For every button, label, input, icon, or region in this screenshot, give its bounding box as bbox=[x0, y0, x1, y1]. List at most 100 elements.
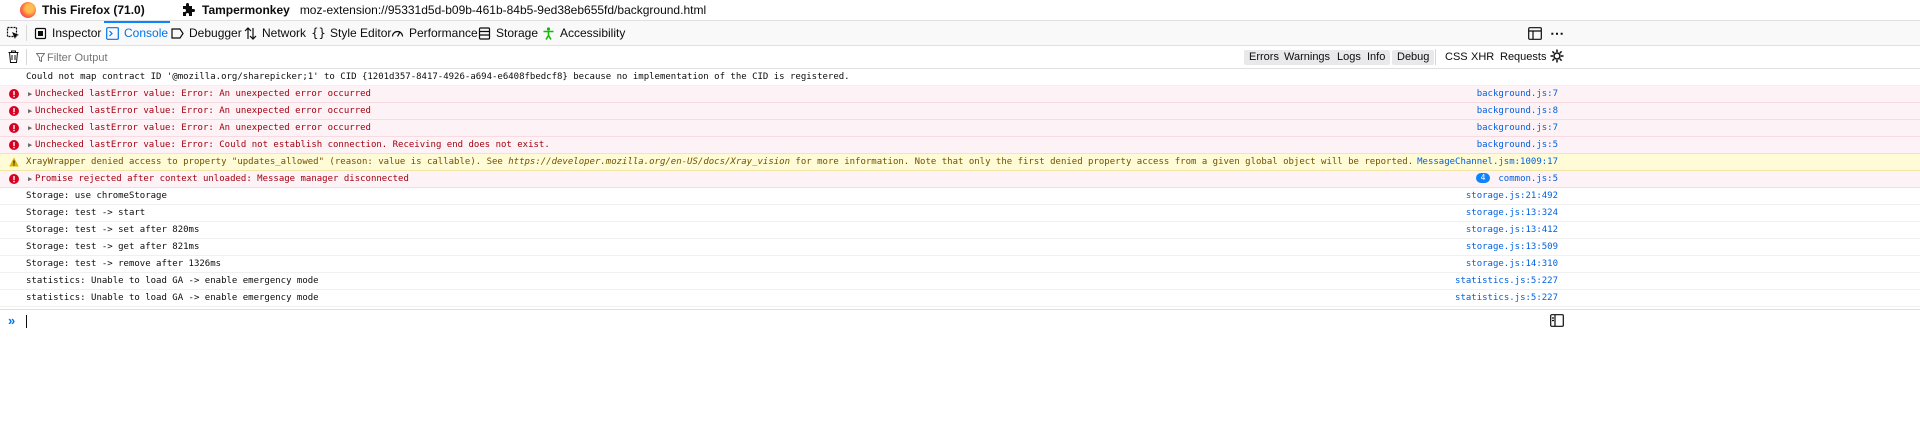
tab-network[interactable]: Network bbox=[244, 21, 306, 45]
console-message[interactable]: ▶ Unchecked lastError value: Error: An u… bbox=[0, 103, 1920, 120]
message-text-part: XrayWrapper denied access to property "u… bbox=[26, 157, 509, 167]
message-text: statistics: Unable to load GA -> enable … bbox=[26, 293, 319, 303]
message-location-link[interactable]: statistics.js:5:227 bbox=[1455, 273, 1558, 289]
console-message[interactable]: statistics: Unable to load GA -> enable … bbox=[0, 290, 1920, 307]
message-location-link[interactable]: common.js:5 bbox=[1498, 174, 1558, 184]
console-message[interactable]: ▶ Unchecked lastError value: Error: An u… bbox=[0, 86, 1920, 103]
tab-console[interactable]: Console bbox=[104, 21, 171, 45]
trash-icon bbox=[8, 50, 19, 63]
tab-style-editor[interactable]: {} Style Editor bbox=[311, 21, 392, 45]
console-message[interactable]: Storage: test -> start storage.js:13:324 bbox=[0, 205, 1920, 222]
console-output: Could not map contract ID '@mozilla.org/… bbox=[0, 69, 1920, 307]
storage-icon bbox=[478, 26, 491, 40]
console-message[interactable]: Storage: use chromeStorage storage.js:21… bbox=[0, 188, 1920, 205]
firefox-logo-icon bbox=[20, 2, 36, 18]
split-console-icon bbox=[1528, 26, 1542, 40]
puzzle-piece-icon bbox=[183, 3, 195, 16]
expand-arrow-icon[interactable]: ▶ bbox=[28, 86, 32, 102]
tab-performance[interactable]: Performance bbox=[391, 21, 478, 45]
tab-storage[interactable]: Storage bbox=[478, 21, 538, 45]
browser-title: This Firefox (71.0) bbox=[42, 3, 145, 17]
target-bar: This Firefox (71.0) Tampermonkey moz-ext… bbox=[0, 0, 1920, 21]
console-message[interactable]: Storage: test -> set after 820ms storage… bbox=[0, 222, 1920, 239]
text-caret bbox=[26, 315, 27, 328]
tab-accessibility[interactable]: Accessibility bbox=[542, 21, 625, 45]
filter-output-input[interactable] bbox=[35, 50, 347, 65]
message-location-link[interactable]: storage.js:21:492 bbox=[1466, 188, 1558, 204]
error-icon bbox=[9, 123, 19, 133]
message-location-link[interactable]: storage.js:14:310 bbox=[1466, 256, 1558, 272]
console-filter-toolbar: Errors Warnings Logs Info Debug CSS XHR … bbox=[0, 46, 1920, 69]
split-console-button[interactable] bbox=[1528, 21, 1542, 45]
editor-mode-button[interactable] bbox=[1550, 314, 1564, 330]
console-message[interactable]: statistics: Unable to load GA -> enable … bbox=[0, 273, 1920, 290]
runtime-selector[interactable]: This Firefox (71.0) bbox=[20, 0, 145, 20]
message-text: Unchecked lastError value: Error: An une… bbox=[35, 89, 371, 99]
message-location-link[interactable]: statistics.js:5:227 bbox=[1455, 290, 1558, 306]
tab-debugger[interactable]: Debugger bbox=[171, 21, 242, 45]
console-input[interactable]: » bbox=[0, 309, 1920, 332]
network-icon bbox=[244, 26, 257, 40]
filter-warnings-button[interactable]: Warnings bbox=[1279, 50, 1336, 65]
console-settings-button[interactable] bbox=[1550, 49, 1564, 66]
accessibility-icon bbox=[542, 26, 555, 40]
message-location-link[interactable]: storage.js:13:412 bbox=[1466, 222, 1558, 238]
extension-name: Tampermonkey bbox=[202, 3, 290, 17]
filter-requests-button[interactable]: Requests bbox=[1500, 50, 1546, 65]
error-icon bbox=[9, 106, 19, 116]
element-picker-icon bbox=[6, 26, 19, 39]
inspector-icon bbox=[34, 27, 47, 40]
debug-target: Tampermonkey moz-extension://95331d5d-b0… bbox=[180, 0, 706, 20]
expand-arrow-icon[interactable]: ▶ bbox=[28, 171, 32, 187]
error-icon bbox=[9, 174, 19, 184]
message-location-link[interactable]: background.js:7 bbox=[1477, 120, 1558, 136]
tab-inspector[interactable]: Inspector bbox=[34, 21, 101, 45]
element-picker-button[interactable] bbox=[6, 21, 20, 45]
message-location-link[interactable]: background.js:8 bbox=[1477, 103, 1558, 119]
tab-label: Storage bbox=[496, 26, 539, 40]
filter-logs-button[interactable]: Logs bbox=[1332, 50, 1366, 65]
console-message[interactable]: ▶ Unchecked lastError value: Error: An u… bbox=[0, 120, 1920, 137]
console-message[interactable]: XrayWrapper denied access to property "u… bbox=[0, 154, 1920, 171]
message-text: Storage: test -> remove after 1326ms bbox=[26, 259, 222, 269]
console-message[interactable]: ▶ Unchecked lastError value: Error: Coul… bbox=[0, 137, 1920, 154]
message-location-link[interactable]: background.js:5 bbox=[1477, 137, 1558, 153]
message-location-link[interactable]: storage.js:13:509 bbox=[1466, 239, 1558, 255]
expand-arrow-icon[interactable]: ▶ bbox=[28, 137, 32, 153]
error-icon bbox=[9, 140, 19, 150]
divider bbox=[26, 49, 27, 65]
docs-link[interactable]: https://developer.mozilla.org/en-US/docs… bbox=[508, 157, 790, 167]
tab-label: Console bbox=[124, 26, 169, 40]
console-message[interactable]: Storage: test -> remove after 1326ms sto… bbox=[0, 256, 1920, 273]
filter-info-button[interactable]: Info bbox=[1362, 50, 1391, 65]
tab-label: Style Editor bbox=[330, 26, 392, 40]
console-message[interactable]: Storage: test -> get after 821ms storage… bbox=[0, 239, 1920, 256]
more-icon: ⋯ bbox=[1550, 24, 1564, 41]
message-location: 4 common.js:5 bbox=[1475, 171, 1558, 187]
filter-xhr-button[interactable]: XHR bbox=[1471, 50, 1494, 65]
prompt-chevron-icon: » bbox=[8, 313, 16, 328]
tab-label: Performance bbox=[409, 26, 478, 40]
divider bbox=[26, 25, 27, 41]
message-text: Could not map contract ID '@mozilla.org/… bbox=[26, 72, 850, 82]
message-text: Unchecked lastError value: Error: Could … bbox=[35, 140, 550, 150]
message-text: statistics: Unable to load GA -> enable … bbox=[26, 276, 319, 286]
expand-arrow-icon[interactable]: ▶ bbox=[28, 120, 32, 136]
message-text: XrayWrapper denied access to property "u… bbox=[26, 154, 1413, 170]
warning-icon bbox=[9, 157, 19, 167]
toolbox-menu-button[interactable]: ⋯ bbox=[1550, 21, 1564, 45]
expand-arrow-icon[interactable]: ▶ bbox=[28, 103, 32, 119]
gear-icon bbox=[1550, 49, 1564, 63]
console-message[interactable]: Could not map contract ID '@mozilla.org/… bbox=[0, 69, 1920, 86]
console-message[interactable]: ▶ Promise rejected after context unloade… bbox=[0, 171, 1920, 188]
clear-console-button[interactable] bbox=[8, 50, 19, 66]
filter-css-button[interactable]: CSS bbox=[1445, 50, 1468, 65]
message-location-link[interactable]: storage.js:13:324 bbox=[1466, 205, 1558, 221]
message-location-link[interactable]: background.js:7 bbox=[1477, 86, 1558, 102]
message-location-link[interactable]: MessageChannel.jsm:1009:17 bbox=[1417, 154, 1558, 170]
message-text-part: for more information. Note that only the… bbox=[790, 157, 1414, 167]
message-text: Promise rejected after context unloaded:… bbox=[35, 174, 409, 184]
filter-debug-button[interactable]: Debug bbox=[1392, 50, 1435, 65]
debugger-icon bbox=[171, 27, 184, 40]
filter-errors-button[interactable]: Errors bbox=[1244, 50, 1284, 65]
